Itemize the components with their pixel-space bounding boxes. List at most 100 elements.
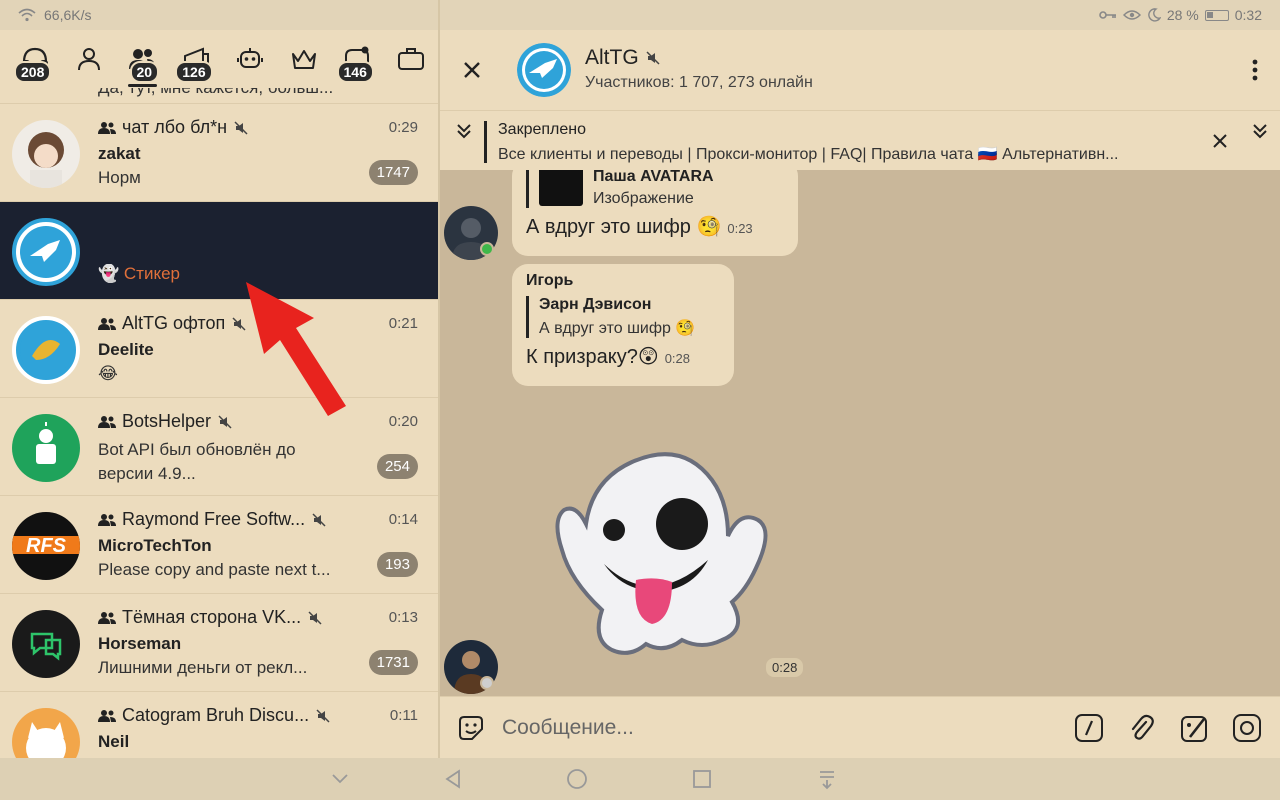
folder-tab-all[interactable]: 208 [8, 35, 62, 83]
pinned-message-bar[interactable]: Закреплено Все клиенты и переводы | Прок… [440, 110, 1280, 170]
camera-icon[interactable] [1232, 713, 1262, 743]
folder-badge: 20 [129, 61, 160, 83]
eye-icon [1122, 10, 1141, 20]
sticker-emoji-icon[interactable] [456, 713, 486, 743]
chat-item[interactable]: Да, тут, мне кажется, больш... [0, 88, 438, 104]
chat-header: AltTG Участников: 1 707, 273 онлайн [440, 30, 1280, 110]
chat-sender: Neil [98, 732, 130, 751]
chat-time: 0:13 [388, 609, 418, 626]
folder-tab-unread[interactable]: 146 [331, 35, 385, 83]
chat-avatar [12, 708, 80, 758]
reply-sender: Эарн Дэвисон [539, 296, 652, 313]
chat-subtitle: Участников: 1 707, 273 онлайн [585, 74, 813, 91]
close-icon[interactable] [1210, 131, 1230, 151]
chat-last-message: Bot API был обновлён до версии 4.9... [98, 440, 296, 483]
pinned-text: Все клиенты и переводы | Прокси-монитор … [498, 146, 1119, 163]
message-sender: Игорь [526, 272, 574, 289]
chat-item[interactable]: AltTG офтоп 0:21 Deelite 😂 [0, 300, 438, 398]
folder-badge: 126 [175, 61, 213, 83]
expand-down-icon[interactable] [1246, 117, 1274, 145]
chat-avatar [12, 610, 80, 678]
chat-title[interactable]: AltTG [585, 46, 661, 70]
chat-time: 0:11 [389, 707, 418, 724]
moon-icon [1148, 8, 1161, 22]
chat-item-selected[interactable]: 👻 Стикер [0, 202, 438, 300]
recents-icon[interactable] [691, 768, 713, 790]
system-nav-bar [0, 758, 1280, 800]
chat-item[interactable]: RFS Raymond Free Softw... 0:14 MicroTech… [0, 496, 438, 594]
ghost-sticker[interactable] [552, 440, 782, 670]
folder-tab-users[interactable] [62, 35, 116, 83]
message-composer [440, 696, 1280, 758]
chat-name: чат лбо бл*н [98, 117, 249, 138]
chat-item[interactable]: Catogram Bruh Discu... 0:11 Neil [0, 692, 438, 758]
key-icon [1099, 11, 1116, 19]
message-time: 0:23 [727, 221, 753, 236]
chat-sender: Deelite [98, 340, 154, 359]
folder-badge: 146 [336, 61, 374, 83]
folder-badge: 208 [14, 61, 52, 83]
reply-quote[interactable]: Эарн Дэвисон А вдруг это шифр 🧐 [526, 296, 720, 338]
chat-name: Тёмная сторона VK... [98, 607, 323, 628]
folder-tab-bots[interactable] [223, 35, 277, 83]
battery-percent: 28 % [1166, 7, 1199, 23]
home-icon[interactable] [566, 768, 588, 790]
expand-down-icon[interactable] [450, 117, 478, 145]
message-bubble[interactable]: Игорь Эарн Дэвисон А вдруг это шифр 🧐 К … [512, 264, 734, 386]
mute-icon [312, 512, 326, 527]
paint-icon[interactable] [1180, 713, 1210, 743]
notification-shade-icon[interactable] [816, 768, 838, 790]
folder-tab-channels[interactable]: 126 [169, 35, 223, 83]
message-area: Паша AVATARA Изображение А вдруг это шиф… [440, 170, 1280, 696]
reply-quote[interactable]: Паша AVATARA Изображение [526, 170, 784, 208]
mute-icon [218, 414, 232, 429]
chat-name: Catogram Bruh Discu... [98, 705, 331, 726]
chat-time: 0:20 [388, 413, 418, 430]
svg-text:RFS: RFS [26, 535, 67, 557]
chat-time: 0:14 [388, 511, 418, 528]
unread-badge: 1747 [368, 160, 418, 185]
attach-icon[interactable] [1126, 713, 1156, 743]
chat-avatar [12, 414, 80, 482]
chat-item[interactable]: чат лбо бл*н 0:29 zakat Норм 1747 [0, 104, 438, 202]
folder-tab-admin[interactable] [277, 35, 331, 83]
chat-last-message: Лишними деньги от рекл... [98, 658, 308, 677]
chat-last-message: Please copy and paste next t... [98, 560, 331, 579]
chat-item[interactable]: Тёмная сторона VK... 0:13 Horseman Лишни… [0, 594, 438, 692]
pinned-title: Закреплено [498, 121, 586, 138]
group-icon [98, 513, 116, 526]
unread-badge: 1731 [368, 650, 418, 675]
message-time: 0:28 [664, 351, 691, 366]
clock: 0:32 [1234, 7, 1262, 23]
folder-tab-groups[interactable]: 20 [116, 35, 170, 87]
chat-last-message: Норм [98, 168, 141, 187]
unread-badge: 193 [376, 552, 418, 577]
group-icon [98, 709, 116, 722]
chat-sender: zakat [98, 144, 141, 163]
mute-icon [316, 708, 330, 723]
status-bar: 66,6K/s 28 % 0:32 [0, 0, 1280, 30]
chat-avatar [12, 218, 80, 286]
chat-avatar[interactable] [517, 43, 571, 97]
message-input[interactable] [502, 713, 1062, 743]
reply-text: Изображение [593, 190, 694, 207]
back-icon[interactable] [442, 768, 464, 790]
battery-icon [1204, 9, 1229, 21]
group-icon [98, 317, 116, 330]
bot-icon [236, 48, 263, 68]
chat-last-message: Да, тут, мне кажется, больш... [98, 88, 333, 98]
group-icon [98, 121, 116, 134]
online-status-dot [480, 676, 494, 690]
more-vertical-icon[interactable] [1252, 58, 1258, 82]
folder-tab-work[interactable] [384, 35, 438, 83]
chat-time: 0:21 [388, 315, 418, 332]
chat-item[interactable]: BotsHelper 0:20 Bot API был обновлён до … [0, 398, 438, 496]
chat-sender: Horseman [98, 634, 182, 653]
chat-list-panel: 208 20 126 146 Да, тут, мне кажется [0, 30, 438, 758]
message-bubble[interactable]: Паша AVATARA Изображение А вдруг это шиф… [512, 170, 798, 256]
reply-text: А вдруг это шифр 🧐 [539, 320, 696, 337]
bot-command-icon[interactable] [1074, 713, 1104, 743]
briefcase-icon [398, 48, 425, 70]
chevron-down-icon[interactable] [329, 768, 351, 790]
close-icon[interactable] [458, 56, 486, 84]
